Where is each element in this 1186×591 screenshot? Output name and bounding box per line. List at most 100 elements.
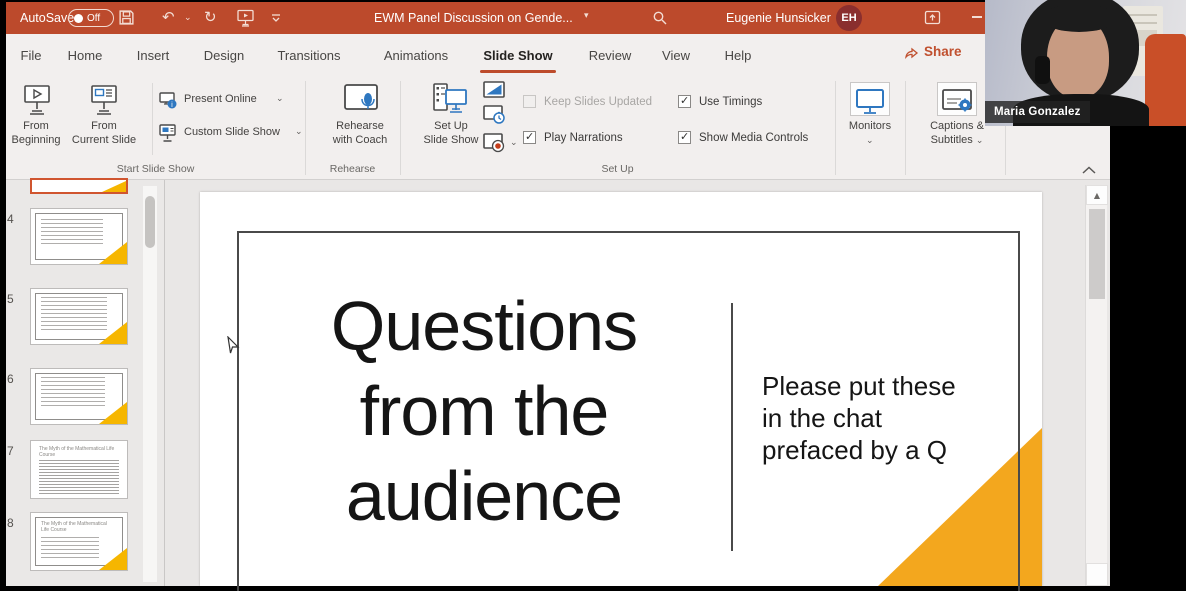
autosave-label: AutoSave <box>20 11 75 25</box>
play-narrations-checkbox[interactable] <box>523 130 536 144</box>
group-divider <box>400 81 401 175</box>
present-online-button[interactable]: i Present Online ⌄ <box>158 90 304 112</box>
thumbnail-slide-5[interactable] <box>30 288 128 345</box>
title-dropdown-icon[interactable]: ▾ <box>584 11 589 21</box>
keep-slides-updated-checkbox[interactable] <box>523 95 536 108</box>
group-divider <box>305 81 306 175</box>
slide-side-text[interactable]: Please put these in the chat prefaced by… <box>762 370 1012 466</box>
tab-view[interactable]: View <box>656 44 696 66</box>
share-icon <box>904 45 919 59</box>
tab-slide-show[interactable]: Slide Show <box>476 44 560 66</box>
collapse-ribbon-icon[interactable] <box>1082 166 1096 174</box>
thumbnail-text-lines <box>41 297 107 331</box>
slide-title-line2: from the <box>359 372 610 450</box>
from-current-slide-button[interactable]: From Current Slide <box>62 80 146 162</box>
slide-title-line3: audience <box>345 457 623 535</box>
hide-slide-icon[interactable] <box>482 80 506 100</box>
from-beginning-button[interactable]: From Beginning <box>10 80 62 162</box>
thumbnail-slide-3-partial[interactable] <box>30 178 128 194</box>
slide-divider-line <box>731 303 733 551</box>
rehearse-timings-icon[interactable] <box>482 104 506 126</box>
person-hair-front <box>1041 4 1117 32</box>
tab-file[interactable]: File <box>14 44 48 66</box>
record-slide-show-dropdown-icon[interactable]: ⌄ <box>510 138 518 148</box>
captions-dropdown-icon: ⌄ <box>975 135 984 146</box>
slide-title-line1: Questions <box>330 287 638 365</box>
tab-help[interactable]: Help <box>718 44 758 66</box>
tab-insert[interactable]: Insert <box>130 44 176 66</box>
show-media-controls-checkbox[interactable] <box>678 130 691 144</box>
autosave-toggle[interactable]: Off <box>68 9 114 27</box>
slide-side-line1: Please put these <box>762 371 956 401</box>
editor-scrollbar-thumb[interactable] <box>1089 209 1105 299</box>
customize-quick-access-toolbar-icon[interactable] <box>270 12 282 24</box>
slideshow-quick-icon[interactable] <box>236 9 255 27</box>
monitors-dropdown-icon: ⌄ <box>866 136 874 146</box>
thumbnail-triangle <box>102 181 126 192</box>
tab-design[interactable]: Design <box>198 44 250 66</box>
tab-transitions[interactable]: Transitions <box>268 44 350 66</box>
slide-side-line2: in the chat <box>762 403 882 433</box>
from-beginning-label2: Beginning <box>11 133 61 146</box>
group-label-rehearse: Rehearse <box>329 163 376 175</box>
headphones-earcup <box>1035 56 1050 84</box>
redo-icon[interactable]: ↻ <box>204 8 217 26</box>
avatar-initials: EH <box>841 12 857 24</box>
toggle-dot-icon <box>74 13 83 23</box>
slide-number-6: 6 <box>7 372 14 386</box>
ribbon-display-options-icon[interactable] <box>924 10 941 26</box>
autosave-state: Off <box>87 12 101 24</box>
group-inner-divider <box>152 83 153 155</box>
active-tab-underline <box>480 70 556 73</box>
slide-title-text[interactable]: Questions from the audience <box>237 284 731 539</box>
thumbnail-slide-6[interactable] <box>30 368 128 425</box>
tab-home[interactable]: Home <box>62 44 108 66</box>
thumbnail-slide-8[interactable]: The Myth of the Mathematical Life Course <box>30 512 128 571</box>
tab-animations[interactable]: Animations <box>374 44 458 66</box>
undo-icon[interactable]: ↶ <box>162 8 175 26</box>
screen: AutoSave Off ↶ ⌄ ↻ EWM Panel Discussion … <box>0 0 1186 591</box>
user-name[interactable]: Eugenie Hunsicker <box>726 11 831 25</box>
panel-scrollbar[interactable] <box>143 186 157 582</box>
monitors-button[interactable]: Monitors ⌄ <box>839 80 901 160</box>
from-current-slide-icon <box>90 84 118 116</box>
thumbnail-slide-4[interactable] <box>30 208 128 265</box>
undo-dropdown-icon[interactable]: ⌄ <box>184 13 192 23</box>
rehearse-with-coach-button[interactable]: Rehearse with Coach <box>318 80 402 162</box>
use-timings-checkbox[interactable] <box>678 94 691 108</box>
slide-canvas[interactable]: Questions from the audience Please put t… <box>200 192 1042 591</box>
thumbnail-title: The Myth of the Mathematical Life Course <box>41 521 107 533</box>
slide-thumbnail-panel: 4 5 6 7 The Myth of the Mathematical Lif… <box>6 178 165 586</box>
panel-scrollbar-thumb[interactable] <box>145 196 155 248</box>
save-icon[interactable] <box>118 9 135 26</box>
show-media-controls-label: Show Media Controls <box>699 132 809 144</box>
tab-review[interactable]: Review <box>584 44 636 66</box>
custom-slide-show-button[interactable]: Custom Slide Show ⌄ <box>158 123 318 145</box>
use-timings-label: Use Timings <box>699 96 763 108</box>
minimize-button[interactable] <box>972 16 982 18</box>
from-current-slide-label1: From <box>91 120 117 132</box>
ribbon-tab-bar: File Home Insert Design Transitions Anim… <box>6 34 1110 76</box>
search-icon[interactable] <box>652 10 668 26</box>
chair-back <box>1145 34 1186 126</box>
rehearse-with-coach-label2: with Coach <box>332 133 388 146</box>
svg-text:i: i <box>171 101 173 109</box>
thumbnail-text-lines <box>39 460 119 494</box>
set-up-slide-show-icon <box>432 82 470 118</box>
thumbnail-text-lines <box>41 377 105 409</box>
editor-scrollbar[interactable]: ▲ <box>1085 185 1108 586</box>
thumbnail-slide-7[interactable]: The Myth of the Mathematical Life Course <box>30 440 128 499</box>
custom-slide-show-label: Custom Slide Show <box>184 126 280 138</box>
present-online-icon: i <box>158 91 178 111</box>
record-slide-show-icon[interactable] <box>482 132 506 154</box>
scroll-up-button[interactable]: ▲ <box>1086 185 1108 205</box>
slide-number-4: 4 <box>7 212 14 226</box>
mouse-cursor <box>226 336 241 356</box>
user-avatar[interactable]: EH <box>836 5 862 31</box>
scroll-corner[interactable] <box>1086 563 1108 586</box>
share-button[interactable]: Share <box>904 44 962 59</box>
captions-label2: Subtitles <box>930 133 973 146</box>
document-title[interactable]: EWM Panel Discussion on Gende... <box>374 11 573 25</box>
keep-slides-updated-label: Keep Slides Updated <box>544 96 653 108</box>
title-bar: AutoSave Off ↶ ⌄ ↻ EWM Panel Discussion … <box>6 2 1110 34</box>
